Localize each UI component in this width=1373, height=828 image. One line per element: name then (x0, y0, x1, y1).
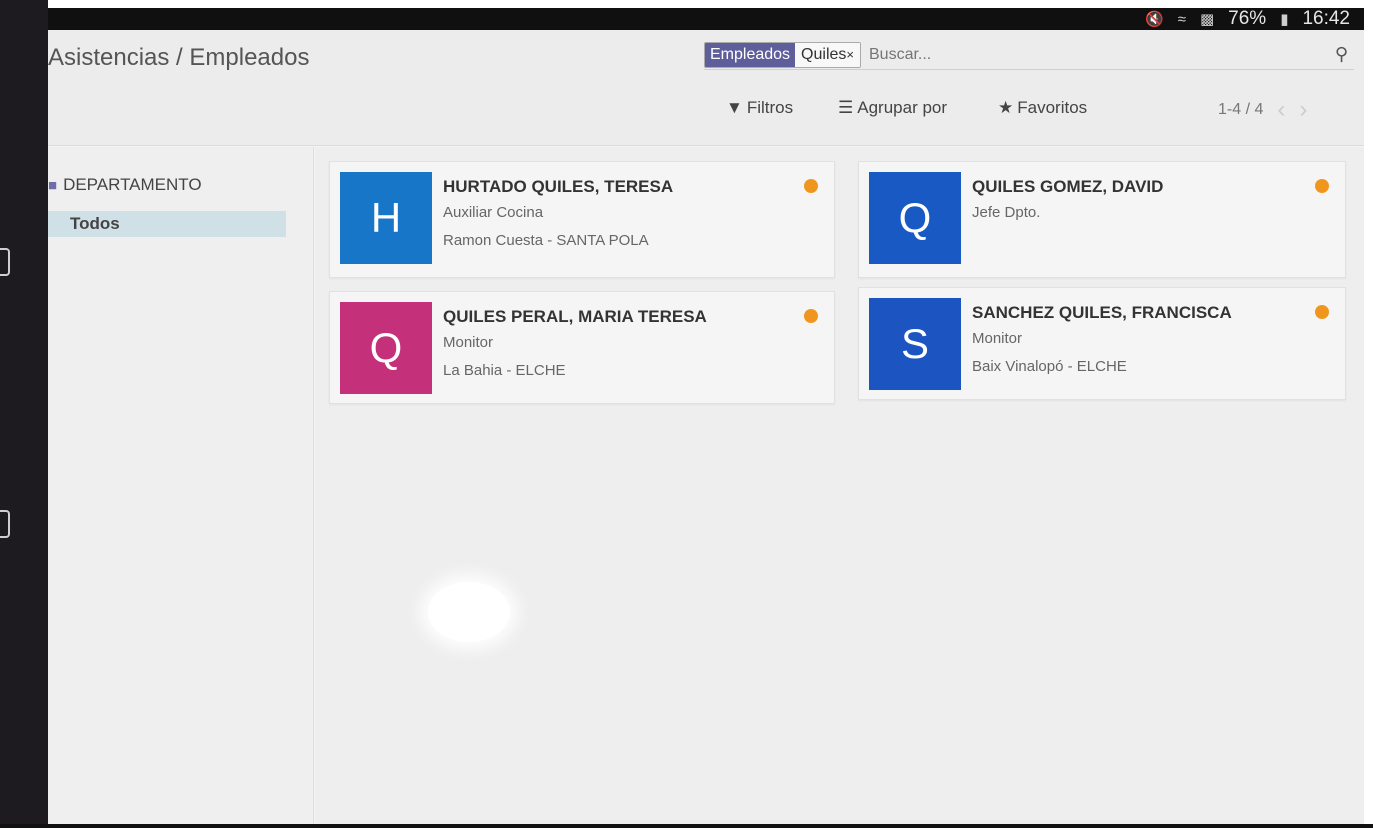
device-bottom-edge (0, 824, 1373, 828)
employee-job: Auxiliar Cocina (443, 204, 544, 221)
filters-label: Filtros (746, 98, 794, 117)
battery-icon: ▮ (1280, 11, 1289, 28)
facet-value: Quiles× (795, 42, 860, 67)
status-dot (1315, 305, 1329, 319)
avatar: Q (340, 302, 432, 394)
employee-name: QUILES GOMEZ, DAVID (972, 177, 1164, 196)
employee-name: SANCHEZ QUILES, FRANCISCA (972, 303, 1232, 322)
chevron-left-icon[interactable]: ‹ (1277, 96, 1285, 124)
employee-card[interactable]: S SANCHEZ QUILES, FRANCISCA Monitor Baix… (858, 287, 1346, 400)
employee-name: QUILES PERAL, MARIA TERESA (443, 307, 707, 326)
screen-glare (428, 582, 510, 642)
close-icon[interactable]: × (846, 47, 854, 62)
avatar: Q (869, 172, 961, 264)
search-input[interactable] (869, 45, 1269, 64)
employee-job: Monitor (443, 334, 494, 351)
side-button (0, 510, 10, 538)
device-bezel (0, 0, 48, 828)
side-button (0, 248, 10, 276)
search-facet[interactable]: Empleados Quiles× (704, 41, 861, 68)
filters-button[interactable]: ▼ Filtros (726, 98, 793, 118)
signal-icon: ▩ (1199, 11, 1215, 28)
avatar: H (340, 172, 432, 264)
employee-location: La Bahia - ELCHE (443, 362, 566, 379)
employee-location: Ramon Cuesta - SANTA POLA (443, 232, 649, 249)
status-dot (804, 309, 818, 323)
pager: 1-4 / 4 ‹ › (1218, 96, 1307, 124)
facet-value-text: Quiles (801, 45, 847, 63)
screen-top-edge (48, 0, 1364, 8)
sidebar-heading-label: DEPARTAMENTO (63, 175, 202, 194)
avatar: S (869, 298, 961, 390)
search-icon[interactable]: ⚲ (1335, 44, 1348, 65)
sidebar-item-todos[interactable]: Todos (48, 211, 286, 237)
control-panel: Asistencias / Empleados Empleados Quiles… (48, 30, 1364, 146)
search-bar: Empleados Quiles× ⚲ (704, 40, 1354, 70)
sidebar-heading: ■ DEPARTAMENTO (48, 175, 202, 195)
employee-job: Monitor (972, 330, 1023, 347)
screen-right-edge (1363, 0, 1373, 828)
status-bar: 🔇 ≈ ▩ 76% ▮ 16:42 (48, 8, 1364, 30)
status-dot (1315, 179, 1329, 193)
employee-card[interactable]: H HURTADO QUILES, TERESA Auxiliar Cocina… (329, 161, 835, 278)
favorites-button[interactable]: ★ Favoritos (998, 98, 1087, 118)
employee-name: HURTADO QUILES, TERESA (443, 177, 674, 196)
facet-label: Empleados (705, 42, 796, 67)
chevron-right-icon[interactable]: › (1299, 96, 1307, 124)
clock: 16:42 (1302, 8, 1350, 29)
favorites-label: Favoritos (1017, 98, 1088, 117)
filter-icon: ▼ (726, 98, 743, 117)
layers-icon: ☰ (838, 98, 854, 117)
kanban-view: H HURTADO QUILES, TERESA Auxiliar Cocina… (315, 147, 1364, 824)
group-by-label: Agrupar por (857, 98, 948, 117)
wifi-icon: ≈ (1177, 10, 1186, 28)
employee-card[interactable]: Q QUILES GOMEZ, DAVID Jefe Dpto. (858, 161, 1346, 278)
battery-level: 76% (1228, 8, 1267, 29)
employee-card[interactable]: Q QUILES PERAL, MARIA TERESA Monitor La … (329, 291, 835, 404)
status-dot (804, 179, 818, 193)
users-icon: ■ (48, 176, 58, 194)
breadcrumb[interactable]: Asistencias / Empleados (48, 44, 309, 72)
pager-value[interactable]: 1-4 / 4 (1218, 101, 1263, 119)
mute-icon: 🔇 (1145, 11, 1164, 28)
star-icon: ★ (998, 98, 1014, 117)
employee-job: Jefe Dpto. (972, 204, 1041, 221)
group-by-button[interactable]: ☰ Agrupar por (838, 98, 947, 118)
employee-location: Baix Vinalopó - ELCHE (972, 358, 1127, 375)
department-sidebar: ■ DEPARTAMENTO Todos (48, 147, 314, 824)
